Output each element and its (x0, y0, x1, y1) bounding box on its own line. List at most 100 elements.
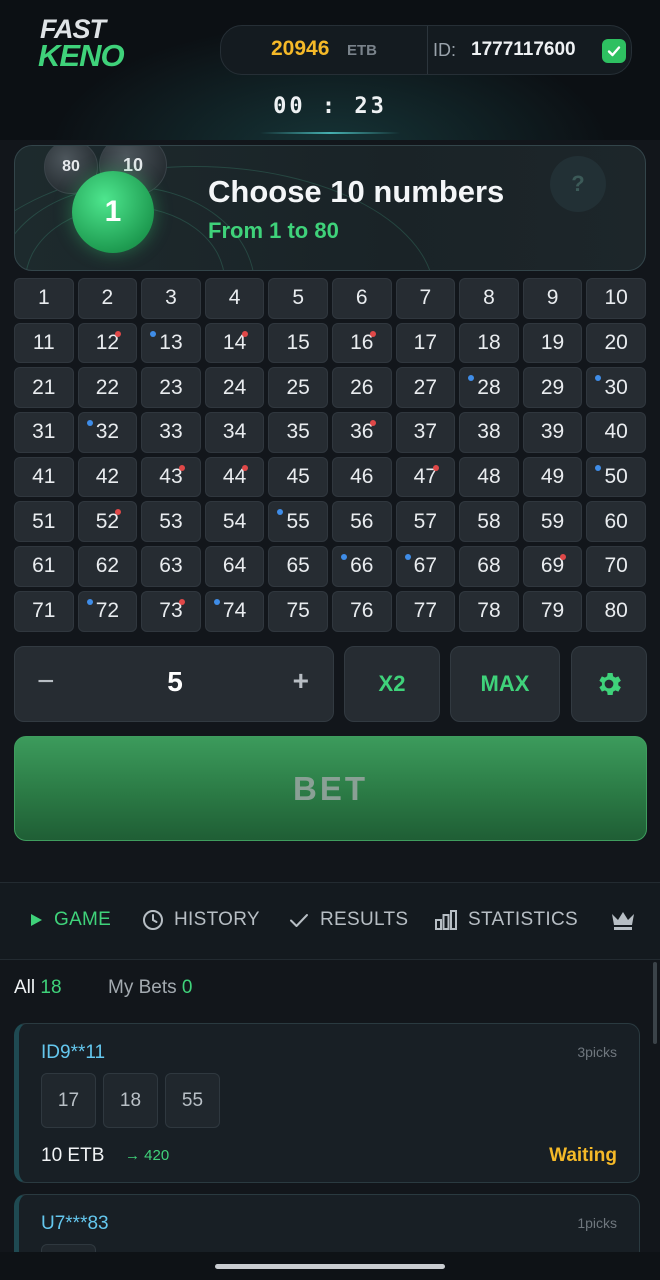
number-cell-25[interactable]: 25 (268, 367, 328, 409)
number-cell-2[interactable]: 2 (77, 278, 138, 319)
number-cell-40[interactable]: 40 (586, 412, 646, 453)
number-cell-31[interactable]: 31 (14, 412, 74, 453)
bet-button[interactable]: BET (14, 736, 647, 841)
number-cell-39[interactable]: 39 (522, 412, 583, 453)
number-cell-23[interactable]: 23 (141, 367, 201, 409)
number-cell-49[interactable]: 49 (522, 456, 583, 498)
number-cell-73[interactable]: 73 (141, 590, 201, 632)
number-cell-45[interactable]: 45 (268, 456, 328, 498)
number-cell-51[interactable]: 51 (14, 501, 74, 543)
max-stake-button[interactable]: MAX (450, 646, 560, 722)
number-cell-24[interactable]: 24 (204, 367, 265, 409)
settings-button[interactable] (571, 646, 647, 722)
number-cell-34[interactable]: 34 (204, 412, 265, 453)
number-cell-67[interactable]: 67 (395, 546, 456, 587)
number-cell-80[interactable]: 80 (586, 590, 646, 632)
number-cell-56[interactable]: 56 (331, 501, 392, 543)
home-indicator[interactable] (215, 1264, 445, 1269)
help-button[interactable]: ? (550, 156, 606, 212)
number-cell-30[interactable]: 30 (586, 367, 646, 409)
number-cell-9[interactable]: 9 (522, 278, 583, 319)
number-cell-8[interactable]: 8 (459, 278, 519, 319)
number-cell-79[interactable]: 79 (522, 590, 583, 632)
number-cell-47[interactable]: 47 (395, 456, 456, 498)
number-cell-46[interactable]: 46 (331, 456, 392, 498)
number-label: 24 (222, 375, 247, 399)
number-cell-69[interactable]: 69 (522, 546, 583, 587)
number-cell-16[interactable]: 16 (331, 322, 392, 364)
number-cell-42[interactable]: 42 (77, 456, 138, 498)
double-stake-button[interactable]: X2 (344, 646, 440, 722)
number-cell-59[interactable]: 59 (522, 501, 583, 543)
number-cell-68[interactable]: 68 (459, 546, 519, 587)
tab-game[interactable]: GAME (28, 909, 111, 931)
number-cell-21[interactable]: 21 (14, 367, 74, 409)
number-cell-29[interactable]: 29 (522, 367, 583, 409)
stake-value[interactable]: 5 (15, 666, 335, 698)
number-cell-10[interactable]: 10 (586, 278, 646, 319)
number-cell-33[interactable]: 33 (141, 412, 201, 453)
number-cell-22[interactable]: 22 (77, 367, 138, 409)
number-cell-38[interactable]: 38 (459, 412, 519, 453)
number-cell-14[interactable]: 14 (204, 322, 265, 364)
number-cell-62[interactable]: 62 (77, 546, 138, 587)
number-cell-4[interactable]: 4 (204, 278, 265, 319)
number-cell-13[interactable]: 13 (141, 322, 201, 364)
number-cell-52[interactable]: 52 (77, 501, 138, 543)
number-cell-5[interactable]: 5 (268, 278, 328, 319)
number-cell-63[interactable]: 63 (141, 546, 201, 587)
number-cell-19[interactable]: 19 (522, 322, 583, 364)
number-cell-17[interactable]: 17 (395, 322, 456, 364)
number-cell-18[interactable]: 18 (459, 322, 519, 364)
tab-results[interactable]: RESULTS (288, 909, 408, 931)
number-cell-32[interactable]: 32 (77, 412, 138, 453)
number-cell-20[interactable]: 20 (586, 322, 646, 364)
number-cell-74[interactable]: 74 (204, 590, 265, 632)
number-cell-7[interactable]: 7 (395, 278, 456, 319)
number-cell-60[interactable]: 60 (586, 501, 646, 543)
number-cell-26[interactable]: 26 (331, 367, 392, 409)
number-cell-3[interactable]: 3 (141, 278, 201, 319)
bet-card: ID9**11 3picks 17 18 55 10 ETB → 420 Wai… (14, 1023, 640, 1183)
number-cell-55[interactable]: 55 (268, 501, 328, 543)
number-cell-43[interactable]: 43 (141, 456, 201, 498)
increase-stake-button[interactable]: + (293, 665, 309, 697)
number-cell-27[interactable]: 27 (395, 367, 456, 409)
number-cell-54[interactable]: 54 (204, 501, 265, 543)
number-cell-37[interactable]: 37 (395, 412, 456, 453)
bet-amount: 10 ETB (41, 1145, 105, 1166)
number-cell-6[interactable]: 6 (331, 278, 392, 319)
number-cell-58[interactable]: 58 (459, 501, 519, 543)
number-cell-71[interactable]: 71 (14, 590, 74, 632)
number-cell-50[interactable]: 50 (586, 456, 646, 498)
tab-leaders[interactable] (610, 909, 646, 931)
scrollbar[interactable] (653, 962, 657, 1044)
number-cell-28[interactable]: 28 (459, 367, 519, 409)
number-cell-12[interactable]: 12 (77, 322, 138, 364)
tab-statistics[interactable]: STATISTICS (434, 909, 578, 931)
number-cell-44[interactable]: 44 (204, 456, 265, 498)
number-cell-66[interactable]: 66 (331, 546, 392, 587)
number-cell-48[interactable]: 48 (459, 456, 519, 498)
number-cell-78[interactable]: 78 (459, 590, 519, 632)
number-cell-41[interactable]: 41 (14, 456, 74, 498)
number-cell-77[interactable]: 77 (395, 590, 456, 632)
number-cell-15[interactable]: 15 (268, 322, 328, 364)
number-cell-75[interactable]: 75 (268, 590, 328, 632)
number-cell-11[interactable]: 11 (14, 322, 74, 364)
number-cell-53[interactable]: 53 (141, 501, 201, 543)
number-cell-1[interactable]: 1 (14, 278, 74, 319)
number-cell-65[interactable]: 65 (268, 546, 328, 587)
number-cell-72[interactable]: 72 (77, 590, 138, 632)
number-cell-70[interactable]: 70 (586, 546, 646, 587)
number-cell-36[interactable]: 36 (331, 412, 392, 453)
filter-all[interactable]: All 18 (14, 977, 62, 999)
filter-my-bets[interactable]: My Bets 0 (108, 977, 192, 999)
tab-history[interactable]: HISTORY (142, 909, 260, 931)
number-cell-35[interactable]: 35 (268, 412, 328, 453)
number-cell-76[interactable]: 76 (331, 590, 392, 632)
number-cell-57[interactable]: 57 (395, 501, 456, 543)
number-cell-64[interactable]: 64 (204, 546, 265, 587)
number-label: 62 (95, 554, 120, 578)
number-cell-61[interactable]: 61 (14, 546, 74, 587)
